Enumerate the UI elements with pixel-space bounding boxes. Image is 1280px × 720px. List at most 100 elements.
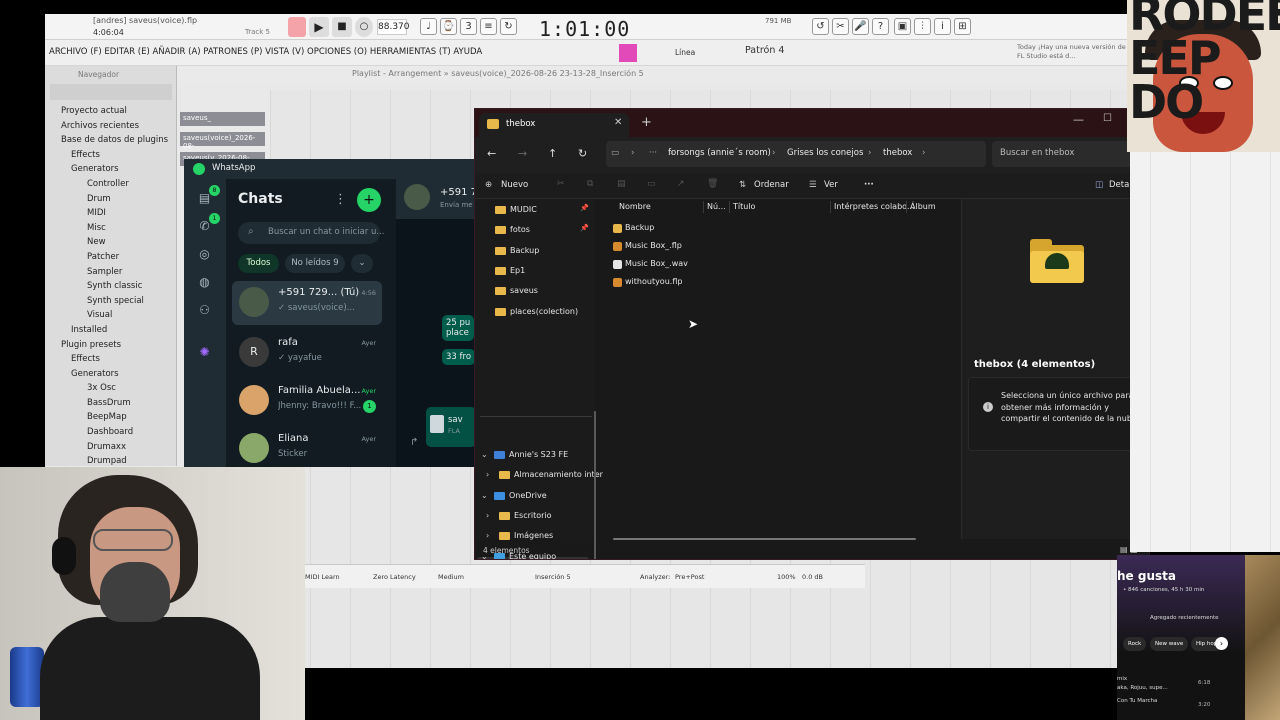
communities-icon[interactable]: ⚇ <box>197 303 212 318</box>
tempo-display[interactable]: 88.370 <box>377 19 410 35</box>
address-bar[interactable]: ▭ › ··· › forsongs (annie´s room) › Gris… <box>606 141 986 167</box>
delete-icon[interactable]: 🗑 <box>707 179 718 189</box>
share-icon[interactable]: ↗ <box>677 179 685 189</box>
paste-icon[interactable]: ▤ <box>617 179 626 189</box>
chevron-right-icon[interactable]: › <box>486 531 489 540</box>
new-button[interactable]: Nuevo <box>501 180 528 190</box>
column-divider[interactable] <box>729 201 730 213</box>
file-row[interactable]: Music Box_.flp <box>613 239 733 255</box>
pin-icon[interactable]: 📌 <box>580 224 589 232</box>
loop-record-icon[interactable]: ↻ <box>500 18 517 35</box>
column-divider[interactable] <box>906 201 907 213</box>
help-icon[interactable]: ? <box>872 18 889 35</box>
nav-tree-item[interactable]: › Almacenamiento inter <box>486 467 603 485</box>
quick-access-item[interactable]: Ep1 <box>495 263 595 281</box>
save-icon[interactable]: ▣ <box>894 18 911 35</box>
chevron-right-icon[interactable]: › <box>1215 637 1228 650</box>
file-row[interactable]: withoutyou.flp <box>613 275 733 291</box>
explorer-tab[interactable]: thebox ✕ <box>479 113 629 137</box>
plugin-icon[interactable]: ⊞ <box>954 18 971 35</box>
cut-icon[interactable]: ✂ <box>557 179 565 189</box>
chevron-right-icon[interactable]: › <box>486 470 489 479</box>
wait-input-icon[interactable]: ⌚ <box>440 18 457 35</box>
browser-tree-item[interactable]: BassDrum <box>45 396 177 411</box>
new-tab-icon[interactable]: + <box>641 115 652 130</box>
browser-tree-item[interactable]: Patcher <box>45 250 177 265</box>
fl-menu-items[interactable]: ARCHIVO (F) EDITAR (E) AÑADIR (A) PATRON… <box>49 47 482 57</box>
track-title[interactable]: Con Tu Marcha <box>1117 698 1157 704</box>
browser-tree-item[interactable]: MIDI <box>45 206 177 221</box>
browser-tree-item[interactable]: Sampler <box>45 265 177 280</box>
more-dots-icon[interactable]: ··· <box>649 148 657 158</box>
fl-news-panel[interactable]: Today ¡Hay una nueva versión de FL Studi… <box>1017 43 1127 61</box>
conversation-header[interactable]: +591 72 Envía me <box>396 179 476 219</box>
column-header[interactable]: Título <box>733 202 755 211</box>
browser-tree-item[interactable]: Installed <box>45 323 177 338</box>
record-button[interactable]: ○ <box>355 17 373 37</box>
genre-chip[interactable]: New wave <box>1150 637 1189 651</box>
browser-tree-item[interactable]: Plugin presets <box>45 338 177 353</box>
chevron-down-icon[interactable]: ⌄ <box>481 491 488 500</box>
new-chat-button[interactable]: + <box>357 188 381 212</box>
midi-learn[interactable]: MIDI Learn <box>305 573 340 581</box>
latency-setting[interactable]: Zero Latency <box>373 573 416 581</box>
refresh-icon[interactable]: ↻ <box>578 147 587 160</box>
breadcrumb[interactable]: forsongs (annie´s room) <box>668 148 771 158</box>
chat-item[interactable]: Familia Abuela... Ayer Jhenny: Bravo!!! … <box>232 379 382 423</box>
horizontal-scrollbar[interactable] <box>613 538 916 540</box>
quick-access-item[interactable]: places(colection) <box>495 304 595 322</box>
pin-icon[interactable]: 📌 <box>580 204 589 212</box>
channel-clip[interactable]: saveus(voice)_2026-08- <box>180 132 265 150</box>
copy-icon[interactable]: ⧉ <box>587 179 593 189</box>
back-arrow-icon[interactable]: ← <box>487 147 496 160</box>
browser-tree-item[interactable]: Dashboard <box>45 425 177 440</box>
column-header[interactable]: Álbum <box>910 202 936 211</box>
up-arrow-icon[interactable]: ↑ <box>548 147 557 160</box>
browser-tree-item[interactable]: Effects <box>45 148 177 163</box>
nav-tree-item[interactable]: ⌄ Annie's S23 FE <box>481 447 591 465</box>
browser-tree-item[interactable]: Generators <box>45 162 177 177</box>
forward-arrow-icon[interactable]: → <box>518 147 527 160</box>
view-button[interactable]: Ver <box>824 180 838 190</box>
quality-setting[interactable]: Medium <box>438 573 464 581</box>
info-icon[interactable]: i <box>934 18 951 35</box>
chat-item[interactable]: +591 729... (Tú) 4:56 ✓ saveus(voice)... <box>232 281 382 325</box>
maximize-icon[interactable]: ☐ <box>1103 113 1112 124</box>
file-row[interactable]: Music Box_.wav <box>613 257 733 273</box>
browser-tree-item[interactable]: Visual <box>45 308 177 323</box>
sort-label[interactable]: Agregado recientemente <box>1150 615 1219 621</box>
chat-item[interactable]: R rafa Ayer ✓ yayafue <box>232 331 382 375</box>
channel-clip[interactable]: saveus_ <box>180 112 265 126</box>
more-options-icon[interactable]: ··· <box>864 180 874 190</box>
channels-icon[interactable]: ◍ <box>197 275 212 290</box>
cut-icon[interactable]: ✂ <box>832 18 849 35</box>
close-tab-icon[interactable]: ✕ <box>614 117 622 128</box>
analyzer-mode[interactable]: Pre+Post <box>675 573 704 581</box>
forward-icon[interactable]: ↱ <box>410 437 418 448</box>
nav-tree-item[interactable]: › Imágenes <box>486 528 596 546</box>
browser-tree-item[interactable]: Misc <box>45 221 177 236</box>
stop-button[interactable]: ■ <box>332 17 352 37</box>
filter-all[interactable]: Todos <box>238 254 279 273</box>
chevron-down-icon[interactable]: ⌄ <box>481 450 488 459</box>
column-header[interactable]: Intérpretes colabo... <box>834 202 915 211</box>
status-icon[interactable]: ◎ <box>197 247 212 262</box>
quick-access-item[interactable]: fotos 📌 <box>495 222 595 240</box>
blend-notes-icon[interactable]: ≡ <box>480 18 497 35</box>
breadcrumb[interactable]: thebox <box>883 148 912 158</box>
breadcrumb[interactable]: Grises los conejos <box>787 148 863 158</box>
quick-access-item[interactable]: saveus <box>495 283 595 301</box>
browser-tree-item[interactable]: Proyecto actual <box>45 104 177 119</box>
genre-chip[interactable]: Rock <box>1123 637 1147 651</box>
filter-unread[interactable]: No leídos 9 <box>285 254 345 273</box>
snap-mode-label[interactable]: Línea <box>675 48 695 57</box>
browser-toolbar[interactable] <box>50 84 172 100</box>
pattern-selector[interactable]: Patrón 4 <box>745 45 784 56</box>
countdown-icon[interactable]: 3 <box>460 18 477 35</box>
chevron-right-icon[interactable]: › <box>486 511 489 520</box>
column-divider[interactable] <box>830 201 831 213</box>
rename-icon[interactable]: ▭ <box>647 179 656 189</box>
browser-tree-item[interactable]: Drumaxx <box>45 440 177 455</box>
browser-tree-item[interactable]: Drum <box>45 192 177 207</box>
track-title[interactable]: mix <box>1117 676 1127 682</box>
